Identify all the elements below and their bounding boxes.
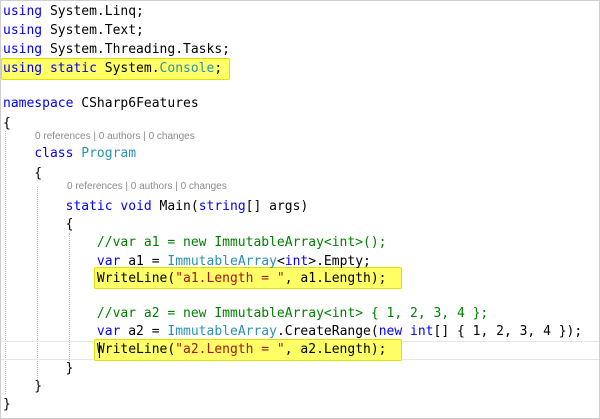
code-token: var bbox=[96, 254, 121, 269]
code-token: var bbox=[96, 324, 121, 339]
code-token: < bbox=[276, 254, 285, 269]
code-line[interactable]: //var a1 = new ImmutableArray<int>(); bbox=[1, 233, 599, 252]
code-token: { bbox=[3, 166, 43, 181]
code-line[interactable]: } bbox=[1, 395, 599, 414]
code-line[interactable]: using System.Linq; bbox=[1, 2, 599, 21]
code-token: string bbox=[198, 199, 246, 214]
code-token: using bbox=[3, 4, 43, 19]
code-token: System.Threading.Tasks; bbox=[42, 42, 230, 57]
code-editor[interactable]: 0 references | 0 authors | 0 changes 0 re… bbox=[0, 0, 600, 419]
code-line[interactable]: { bbox=[1, 114, 599, 133]
code-token: CSharp6Features bbox=[73, 96, 199, 111]
code-token: Main( bbox=[151, 199, 199, 214]
code-token: static void bbox=[65, 199, 152, 214]
code-token: WriteLine( bbox=[3, 271, 176, 286]
code-token: using bbox=[3, 42, 43, 57]
code-token: [] { 1, 2, 3, 4 }); bbox=[433, 324, 583, 339]
code-token: [] args) bbox=[245, 199, 309, 214]
code-token: Console bbox=[159, 61, 215, 76]
code-token: //var a1 = new ImmutableArray<int>(); bbox=[96, 235, 387, 250]
code-line[interactable]: { bbox=[1, 164, 599, 183]
code-token: using bbox=[3, 23, 43, 38]
code-line[interactable]: static void Main(string[] args) bbox=[1, 197, 599, 216]
code-token: , a2.Length); bbox=[284, 342, 387, 357]
code-token: new int bbox=[378, 324, 434, 339]
code-token: namespace bbox=[3, 96, 74, 111]
code-token: a2 = bbox=[120, 324, 168, 339]
text-caret bbox=[99, 342, 100, 358]
code-token: } bbox=[3, 397, 11, 412]
code-token: WriteLine( bbox=[3, 342, 176, 357]
code-token: class bbox=[34, 146, 74, 161]
code-token: System.Text; bbox=[42, 23, 144, 38]
code-token: "a1.Length = " bbox=[175, 271, 285, 286]
code-token: ImmutableArray bbox=[167, 324, 277, 339]
code-line[interactable]: using System.Text; bbox=[1, 21, 599, 40]
code-token: ; bbox=[214, 61, 223, 76]
code-token: , a1.Length); bbox=[284, 271, 387, 286]
code-line[interactable]: WriteLine("a1.Length = ", a1.Length); bbox=[1, 269, 599, 288]
code-token: "a2.Length = " bbox=[175, 342, 285, 357]
code-token: ImmutableArray bbox=[167, 254, 277, 269]
code-token: System. bbox=[96, 61, 160, 76]
code-line[interactable]: } bbox=[1, 377, 599, 396]
code-line[interactable]: namespace CSharp6Features bbox=[1, 94, 599, 113]
code-token: } bbox=[3, 361, 74, 376]
code-token: { bbox=[3, 116, 11, 131]
code-line[interactable]: class Program bbox=[1, 144, 599, 163]
code-token: a1 = bbox=[120, 254, 168, 269]
code-line[interactable]: //var a2 = new ImmutableArray<int> { 1, … bbox=[1, 304, 599, 323]
code-token: using static bbox=[3, 61, 97, 76]
code-line[interactable]: using static System.Console; bbox=[1, 59, 599, 78]
code-line[interactable]: using System.Threading.Tasks; bbox=[1, 40, 599, 59]
code-line[interactable]: { bbox=[1, 215, 599, 234]
code-token: Program bbox=[81, 146, 137, 161]
code-token: //var a2 = new ImmutableArray<int> { 1, … bbox=[96, 306, 489, 321]
code-token: int bbox=[284, 254, 309, 269]
code-token: { bbox=[3, 217, 74, 232]
code-line[interactable]: var a2 = ImmutableArray.CreateRange(new … bbox=[1, 322, 599, 341]
code-line[interactable]: } bbox=[1, 359, 599, 378]
code-token: >.Empty; bbox=[308, 254, 371, 269]
code-line[interactable]: WriteLine("a2.Length = ", a2.Length); bbox=[1, 340, 599, 359]
code-token: .CreateRange( bbox=[276, 324, 379, 339]
code-token: System.Linq; bbox=[42, 4, 144, 19]
code-token: } bbox=[3, 379, 43, 394]
